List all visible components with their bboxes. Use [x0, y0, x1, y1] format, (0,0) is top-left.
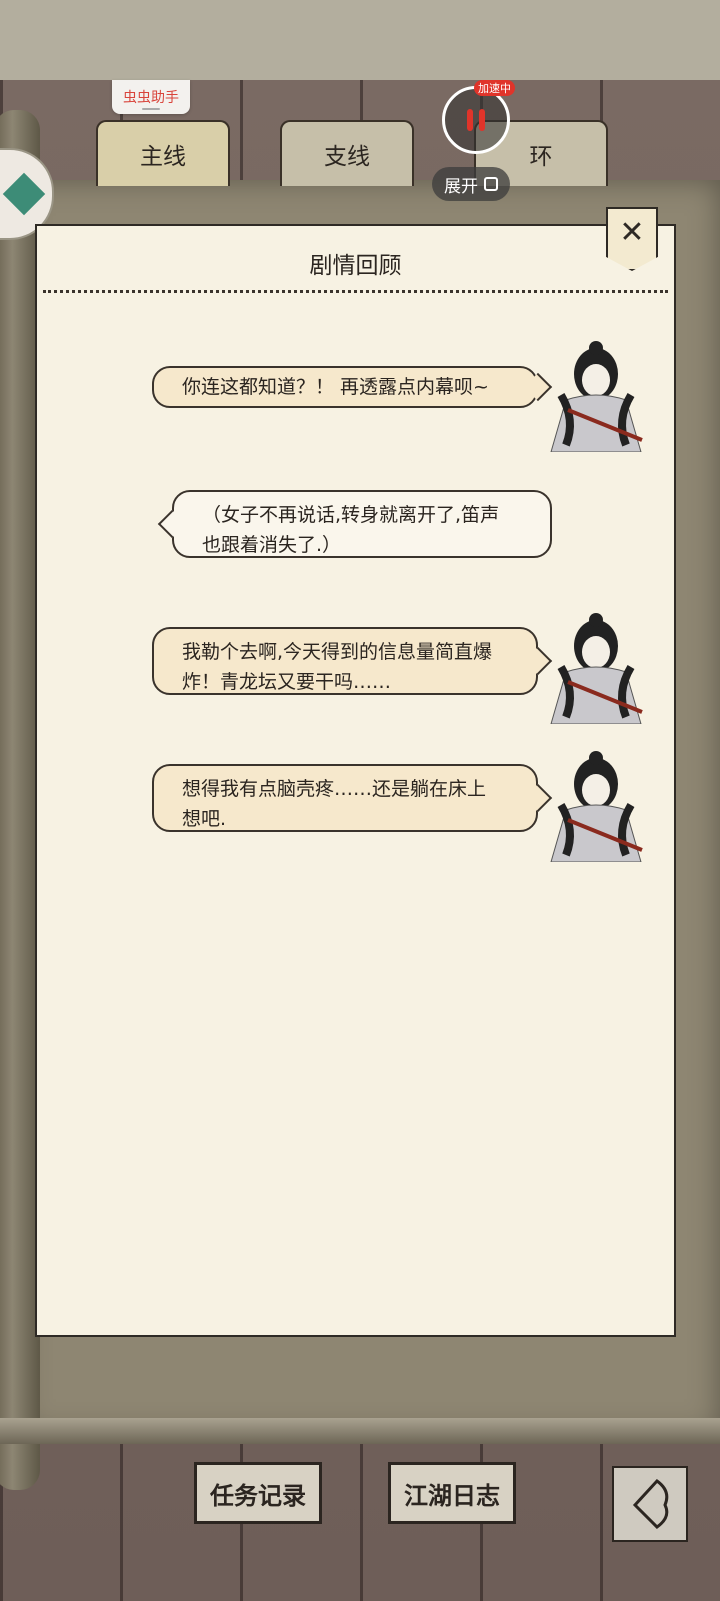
character-avatar	[550, 751, 643, 862]
dialogue-bubble: （女子不再说话,转身就离开了,笛声 也跟着消失了.）	[172, 490, 552, 558]
back-arrow-icon	[632, 1479, 669, 1529]
jianghu-log-button[interactable]: 江湖日志	[388, 1462, 516, 1524]
dialogue-bubble: 我勒个去啊,今天得到的信息量简直爆 炸！青龙坛又要干吗……	[152, 627, 538, 695]
tab-side-story[interactable]: 支线	[280, 120, 414, 186]
dialogue-line: 想得我有点脑壳疼……还是躺在床上	[182, 778, 487, 800]
dialogue-line: （女子不再说话,转身就离开了,笛声	[202, 504, 500, 526]
close-icon: ✕	[619, 215, 645, 250]
dialogue-line: 炸！青龙坛又要干吗……	[182, 671, 392, 693]
tab-main-story[interactable]: 主线	[96, 120, 230, 186]
helper-label: 虫虫助手	[123, 90, 179, 106]
expand-label: 展开	[444, 176, 478, 197]
divider	[43, 290, 668, 293]
dialogue-line: 也跟着消失了.）	[202, 534, 342, 556]
task-log-button[interactable]: 任务记录	[194, 1462, 322, 1524]
scroll-roller-bottom	[0, 1418, 720, 1444]
dialogue-bubble: 你连这都知道？！ 再透露点内幕呗~	[152, 366, 538, 408]
panel-title: 剧情回顾	[309, 253, 402, 279]
expand-button[interactable]: 展开	[432, 167, 510, 201]
dialogue-line: 你连这都知道？！ 再透露点内幕呗~	[182, 376, 489, 398]
dialogue-line: 想吧.	[182, 808, 227, 830]
pause-icon[interactable]	[442, 86, 510, 154]
character-avatar	[550, 341, 643, 452]
scroll-roller-left	[0, 110, 40, 1490]
expand-icon	[484, 177, 498, 191]
dialogue-line: 我勒个去啊,今天得到的信息量简直爆	[182, 641, 493, 663]
dialogue-bubble: 想得我有点脑壳疼……还是躺在床上 想吧.	[152, 764, 538, 832]
speed-badge: 加速中	[474, 80, 515, 96]
helper-app-pill[interactable]: 虫虫助手	[112, 80, 190, 114]
character-avatar	[550, 613, 643, 724]
back-button[interactable]	[612, 1466, 688, 1542]
status-bar-area	[0, 0, 720, 80]
